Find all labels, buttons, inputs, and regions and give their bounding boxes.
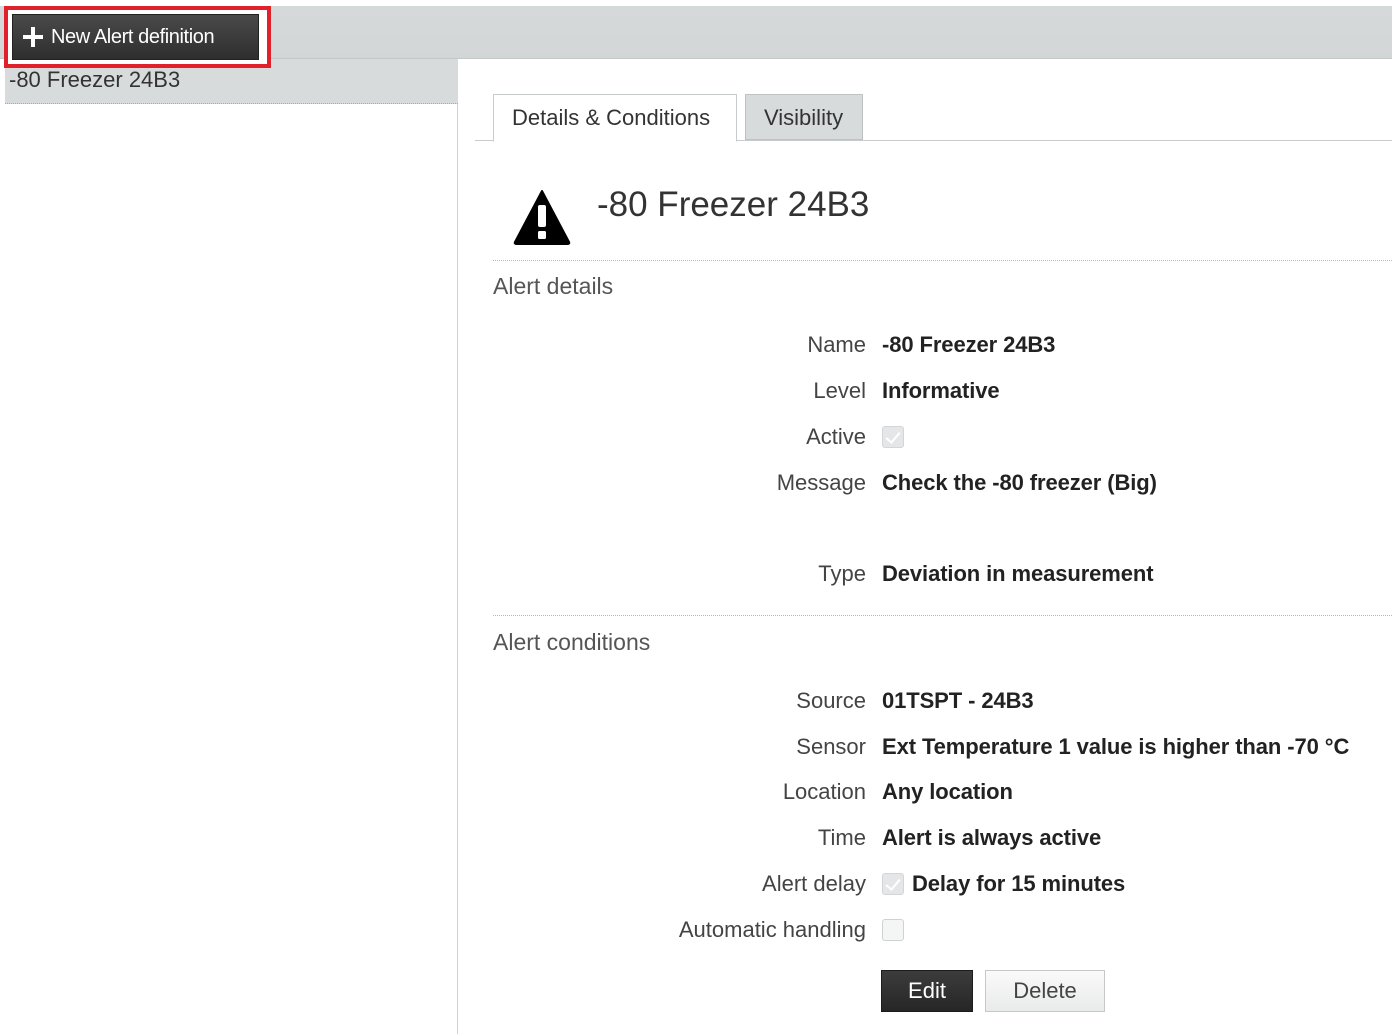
field-source: Source 01TSPT - 24B3 xyxy=(475,688,1392,718)
tab-bar: Details & Conditions Visibility xyxy=(475,94,1392,142)
field-value: Deviation in measurement xyxy=(882,561,1154,586)
field-value: Any location xyxy=(882,779,1013,804)
highlight-frame: New Alert definition xyxy=(4,6,271,68)
field-label: Level xyxy=(813,378,866,403)
field-name: Name -80 Freezer 24B3 xyxy=(475,332,1392,362)
field-type: Type Deviation in measurement xyxy=(475,561,1392,591)
section-divider xyxy=(493,615,1392,616)
edit-button[interactable]: Edit xyxy=(881,970,973,1012)
new-alert-definition-button[interactable]: New Alert definition xyxy=(12,14,259,60)
field-label: Name xyxy=(807,332,866,357)
automatic-handling-checkbox[interactable] xyxy=(882,918,904,941)
field-value xyxy=(882,424,912,450)
detail-panel: Details & Conditions Visibility -80 Free… xyxy=(475,59,1392,1034)
field-label: Message xyxy=(776,470,866,495)
alert-delay-checkbox[interactable] xyxy=(882,872,904,895)
new-alert-definition-label: New Alert definition xyxy=(51,25,215,48)
field-automatic-handling: Automatic handling xyxy=(475,917,1392,947)
field-sensor: Sensor Ext Temperature 1 value is higher… xyxy=(475,734,1392,764)
field-time: Time Alert is always active xyxy=(475,825,1392,855)
page-title: -80 Freezer 24B3 xyxy=(597,185,870,224)
field-value: Informative xyxy=(882,378,1000,403)
alert-definition-list: -80 Freezer 24B3 xyxy=(0,59,458,1034)
field-alert-delay: Alert delay Delay for 15 minutes xyxy=(475,871,1392,901)
delete-button[interactable]: Delete xyxy=(985,970,1105,1012)
warning-icon xyxy=(513,190,571,245)
section-title-alert-conditions: Alert conditions xyxy=(493,629,651,655)
tab-details-conditions[interactable]: Details & Conditions xyxy=(493,94,737,142)
field-label: Location xyxy=(782,779,866,804)
tab-visibility[interactable]: Visibility xyxy=(745,94,863,140)
field-message: Message Check the -80 freezer (Big) xyxy=(475,470,1392,500)
alert-delay-text: Delay for 15 minutes xyxy=(912,871,1126,896)
field-label: Active xyxy=(806,424,866,449)
field-location: Location Any location xyxy=(475,779,1392,809)
field-label: Time xyxy=(817,825,866,850)
alert-header: -80 Freezer 24B3 xyxy=(493,171,1392,261)
field-value: 01TSPT - 24B3 xyxy=(882,688,1034,713)
field-value: Ext Temperature 1 value is higher than -… xyxy=(882,734,1350,759)
field-value: Delay for 15 minutes xyxy=(882,871,1125,897)
field-label: Alert delay xyxy=(762,871,866,896)
field-label: Type xyxy=(818,561,866,586)
field-level: Level Informative xyxy=(475,378,1392,408)
field-value: -80 Freezer 24B3 xyxy=(882,332,1056,357)
field-label: Automatic handling xyxy=(678,917,866,942)
field-label: Source xyxy=(796,688,866,713)
plus-icon xyxy=(23,27,43,47)
field-active: Active xyxy=(475,424,1392,454)
field-value xyxy=(882,917,912,943)
active-checkbox[interactable] xyxy=(882,425,904,448)
field-label: Sensor xyxy=(796,734,866,759)
field-value: Alert is always active xyxy=(882,825,1102,850)
section-title-alert-details: Alert details xyxy=(493,273,614,299)
field-value: Check the -80 freezer (Big) xyxy=(882,470,1157,495)
